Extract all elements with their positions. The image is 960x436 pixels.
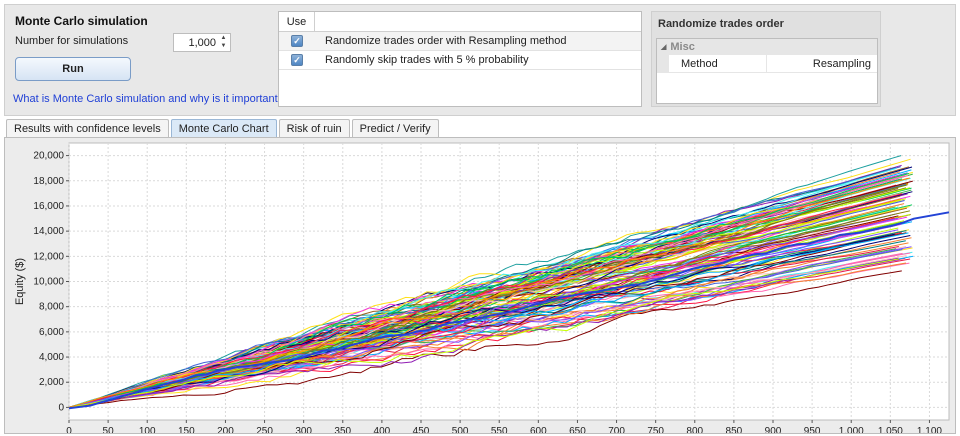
y-tick-label: 0 <box>58 402 64 413</box>
property-grid: ◢ Misc Method Resampling <box>656 38 878 104</box>
x-tick-label: 300 <box>295 426 312 433</box>
options-table: Use ✓ Randomize trades order with Resamp… <box>278 11 642 107</box>
x-tick-label: 250 <box>256 426 273 433</box>
option-label: Randomly skip trades with 5 % probabilit… <box>325 54 529 66</box>
x-tick-label: 800 <box>686 426 703 433</box>
y-tick-label: 16,000 <box>33 201 64 212</box>
x-tick-label: 900 <box>765 426 782 433</box>
y-tick-label: 12,000 <box>33 251 64 262</box>
monte-carlo-chart: 0 50 100 150 200 250 300 350 400 450 500 550 600 650 7… <box>14 142 950 433</box>
num-simulations-stepper[interactable]: 1,000 ▲ ▼ <box>173 33 231 52</box>
x-tick-label: 700 <box>608 426 625 433</box>
use-column-header: Use <box>279 12 315 31</box>
run-button[interactable]: Run <box>15 57 131 81</box>
x-tick-label: 550 <box>491 426 508 433</box>
y-tick-label: 10,000 <box>33 277 64 288</box>
y-tick-label: 6,000 <box>39 327 64 338</box>
tab-results-confidence[interactable]: Results with confidence levels <box>6 119 169 137</box>
x-tick-label: 1,000 <box>839 426 864 433</box>
x-tick-label: 100 <box>139 426 156 433</box>
x-tick-label: 400 <box>374 426 391 433</box>
tab-monte-carlo-chart[interactable]: Monte Carlo Chart <box>170 119 277 137</box>
monte-carlo-help-link[interactable]: What is Monte Carlo simulation and why i… <box>13 93 284 105</box>
y-tick-label: 14,000 <box>33 226 64 237</box>
x-tick-label: 950 <box>804 426 821 433</box>
x-tick-label: 650 <box>569 426 586 433</box>
randomize-settings-panel: Randomize trades order ◢ Misc Method Res… <box>651 11 881 107</box>
monte-carlo-title: Monte Carlo simulation <box>15 14 148 28</box>
num-simulations-label: Number for simulations <box>15 35 129 47</box>
tab-predict-verify[interactable]: Predict / Verify <box>351 119 439 137</box>
y-tick-label: 8,000 <box>39 302 64 313</box>
tab-risk-of-ruin[interactable]: Risk of ruin <box>278 119 350 137</box>
x-tick-label: 1,050 <box>878 426 903 433</box>
y-tick-label: 20,000 <box>33 151 64 162</box>
x-tick-label: 50 <box>103 426 115 433</box>
y-tick-label: 18,000 <box>33 176 64 187</box>
x-tick-label: 150 <box>178 426 195 433</box>
randomize-panel-title: Randomize trades order <box>658 18 784 30</box>
property-row-method[interactable]: Method Resampling <box>657 54 877 73</box>
skip-trades-checkbox[interactable]: ✓ <box>291 54 303 66</box>
x-tick-label: 1,100 <box>917 426 942 433</box>
stepper-down-icon[interactable]: ▼ <box>221 43 227 50</box>
collapse-triangle-icon[interactable]: ◢ <box>661 43 666 51</box>
option-label: Randomize trades order with Resampling m… <box>325 35 567 47</box>
randomize-checkbox[interactable]: ✓ <box>291 35 303 47</box>
x-tick-label: 600 <box>530 426 547 433</box>
property-key: Method <box>669 54 767 73</box>
y-tick-label: 2,000 <box>39 377 64 388</box>
x-tick-label: 500 <box>452 426 469 433</box>
y-axis-label: Equity ($) <box>14 258 26 305</box>
simulation-settings-panel: Monte Carlo simulation Number for simula… <box>4 4 956 116</box>
property-value[interactable]: Resampling <box>767 58 877 70</box>
y-tick-label: 4,000 <box>39 352 64 363</box>
x-tick-label: 850 <box>726 426 743 433</box>
x-tick-label: 0 <box>66 426 72 433</box>
x-tick-label: 450 <box>413 426 430 433</box>
option-row-skip[interactable]: ✓ Randomly skip trades with 5 % probabil… <box>279 51 641 70</box>
chart-panel: 0 50 100 150 200 250 300 350 400 450 500 550 600 650 7… <box>4 137 956 434</box>
x-tick-label: 200 <box>217 426 234 433</box>
x-tick-label: 350 <box>334 426 351 433</box>
category-label: Misc <box>670 41 695 53</box>
num-simulations-value: 1,000 <box>188 36 216 49</box>
x-tick-label: 750 <box>647 426 664 433</box>
option-row-randomize[interactable]: ✓ Randomize trades order with Resampling… <box>279 32 641 51</box>
result-tabs: Results with confidence levels Monte Car… <box>6 119 441 137</box>
options-table-header: Use <box>279 12 641 32</box>
property-category[interactable]: ◢ Misc <box>657 39 877 55</box>
stepper-up-icon[interactable]: ▲ <box>221 35 227 42</box>
